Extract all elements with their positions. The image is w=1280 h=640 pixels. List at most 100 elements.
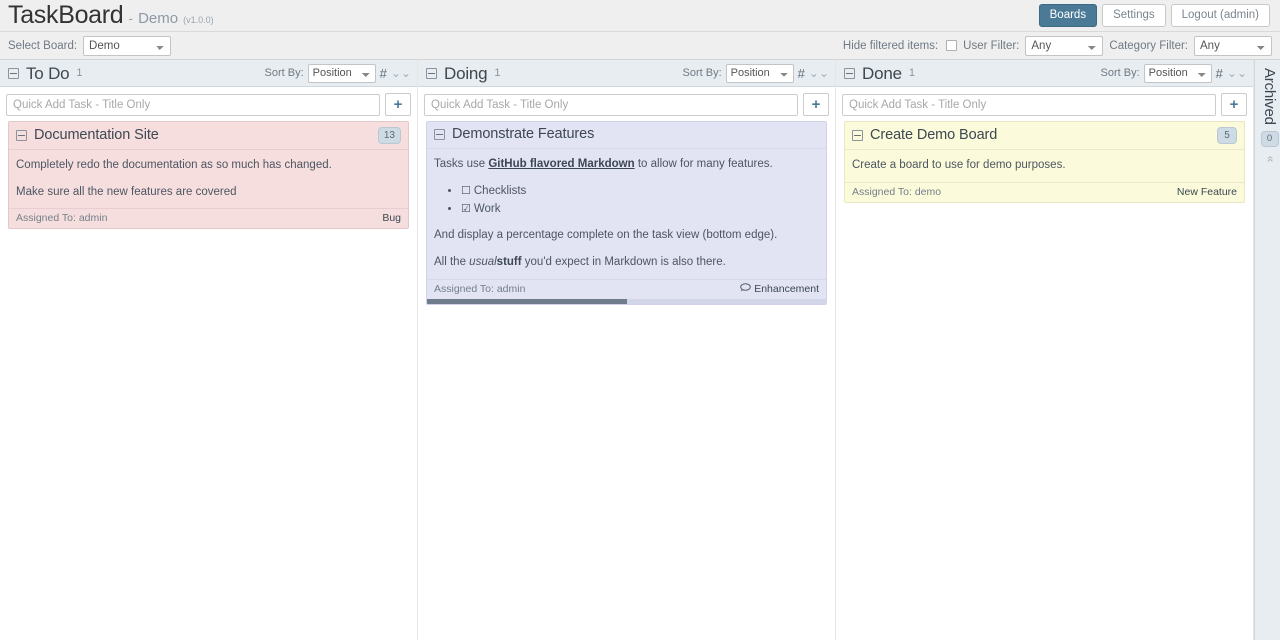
sort-by-dropdown[interactable]: Position xyxy=(307,63,376,83)
task-card-footer: Assigned To: admin Enhancement xyxy=(427,278,826,299)
task-card[interactable]: Create Demo Board 5 Create a board to us… xyxy=(844,121,1245,203)
sort-by-dropdown[interactable]: Position xyxy=(1143,63,1212,83)
add-task-button[interactable]: + xyxy=(803,93,829,116)
collapse-task-icon[interactable] xyxy=(16,130,27,141)
hide-filtered-label: Hide filtered items: xyxy=(842,39,939,52)
task-checklist: ☐Checklists ☑Work xyxy=(434,183,819,218)
collapse-column-icon[interactable] xyxy=(426,67,437,79)
task-card-header: Create Demo Board 5 xyxy=(845,122,1244,150)
app-title: TaskBoard xyxy=(8,1,124,29)
collapse-task-icon[interactable] xyxy=(434,129,445,141)
user-filter-dropdown[interactable]: Any xyxy=(1025,35,1104,56)
checklist-item[interactable]: ☐Checklists xyxy=(461,183,819,200)
task-category: Bug xyxy=(382,212,401,224)
column-to-do: To Do 1 Sort By: Position # ⌄⌄ + Documen… xyxy=(0,60,418,640)
category-filter-dropdown[interactable]: Any xyxy=(1194,35,1272,56)
task-card[interactable]: Demonstrate Features Tasks use GitHub fl… xyxy=(426,121,827,305)
task-category-label: Enhancement xyxy=(754,282,819,295)
task-title: Documentation Site xyxy=(34,126,159,143)
text-post: you'd expect in Markdown is also there. xyxy=(521,256,726,269)
column-body-doing: Demonstrate Features Tasks use GitHub fl… xyxy=(418,121,835,640)
archived-sidebar[interactable]: Archived 0 » xyxy=(1254,60,1280,640)
checklist-item[interactable]: ☑Work xyxy=(461,201,819,218)
filter-controls: Hide filtered items: User Filter: Any Ca… xyxy=(842,35,1272,56)
collapse-column-icon[interactable] xyxy=(844,67,855,79)
task-progress-fill xyxy=(427,298,627,304)
quick-add-input[interactable] xyxy=(424,93,798,116)
checklist-item-label: Checklists xyxy=(473,184,527,197)
task-assignee: Assigned To: admin xyxy=(434,282,526,295)
nav-boards-button[interactable]: Boards xyxy=(1038,3,1098,28)
task-category: Enhancement xyxy=(740,283,819,295)
select-board-dropdown[interactable]: Demo xyxy=(83,35,172,56)
column-done: Done 1 Sort By: Position # ⌄⌄ + Create D… xyxy=(836,60,1254,640)
task-category-label: Bug xyxy=(382,212,401,225)
italic-text: usual xyxy=(469,256,497,269)
task-assignee: Assigned To: admin xyxy=(16,212,108,225)
task-badge: 13 xyxy=(377,127,401,144)
task-card[interactable]: Documentation Site 13 Completely redo th… xyxy=(8,121,409,230)
add-task-button[interactable]: + xyxy=(1221,93,1247,116)
column-task-count: 1 xyxy=(908,66,915,79)
task-description-line: Create a board to use for demo purposes. xyxy=(852,159,1066,171)
archived-count-badge: 0 xyxy=(1260,130,1279,147)
number-tasks-icon[interactable]: # xyxy=(798,67,805,80)
task-description-line: And display a percentage complete on the… xyxy=(434,229,778,242)
task-card-header: Documentation Site 13 xyxy=(9,122,408,150)
hide-filtered-checkbox[interactable] xyxy=(946,40,958,51)
task-description: Create a board to use for demo purposes. xyxy=(845,150,1244,182)
checklist-item-label: Work xyxy=(473,202,501,215)
markdown-link[interactable]: GitHub flavored Markdown xyxy=(488,158,634,170)
sort-by-dropdown[interactable]: Position xyxy=(725,63,794,83)
current-board-name: Demo xyxy=(138,10,179,27)
nav-settings-button[interactable]: Settings xyxy=(1102,3,1166,28)
task-description-line: All the usualstuff you'd expect in Markd… xyxy=(434,254,819,271)
checkbox-unchecked-icon[interactable]: ☐ xyxy=(461,185,471,197)
select-board-label: Select Board: xyxy=(8,39,78,52)
column-title: To Do xyxy=(26,63,70,83)
task-title: Create Demo Board xyxy=(870,126,998,143)
quick-add-input[interactable] xyxy=(842,93,1216,116)
filter-bar: Select Board: Demo Hide filtered items: … xyxy=(0,32,1280,60)
collapse-column-icon[interactable] xyxy=(8,67,19,79)
task-description-line: Tasks use GitHub flavored Markdown to al… xyxy=(434,156,819,173)
task-assignee: Assigned To: demo xyxy=(852,185,942,198)
column-header-done: Done 1 Sort By: Position # ⌄⌄ xyxy=(836,60,1253,87)
comment-bubble-icon xyxy=(740,283,752,295)
task-title: Demonstrate Features xyxy=(452,126,595,142)
task-description-line: Make sure all the new features are cover… xyxy=(16,185,237,198)
column-task-count: 1 xyxy=(494,66,501,79)
nav-logout-button[interactable]: Logout (admin) xyxy=(1170,3,1270,28)
quick-add-row-to-do: + xyxy=(0,87,417,121)
board-area: To Do 1 Sort By: Position # ⌄⌄ + Documen… xyxy=(0,60,1280,640)
column-body-done: Create Demo Board 5 Create a board to us… xyxy=(836,121,1253,640)
column-header-controls: Sort By: Position # ⌄⌄ xyxy=(1101,63,1247,83)
column-header-doing: Doing 1 Sort By: Position # ⌄⌄ xyxy=(418,60,835,87)
app-header: TaskBoard - Demo (v1.0.0) Boards Setting… xyxy=(0,0,1280,32)
task-description: Tasks use GitHub flavored Markdown to al… xyxy=(427,149,826,279)
column-title: Doing xyxy=(444,63,488,83)
number-tasks-icon[interactable]: # xyxy=(1216,67,1223,80)
expand-archived-chevron-icon[interactable]: » xyxy=(1263,155,1277,162)
column-header-to-do: To Do 1 Sort By: Position # ⌄⌄ xyxy=(0,60,417,87)
task-card-footer: Assigned To: admin Bug xyxy=(9,208,408,228)
collapse-all-chevron-icon[interactable]: ⌄⌄ xyxy=(1227,67,1247,79)
quick-add-input[interactable] xyxy=(6,93,380,116)
task-badge: 5 xyxy=(1217,127,1237,144)
column-title: Done xyxy=(862,63,902,83)
collapse-all-chevron-icon[interactable]: ⌄⌄ xyxy=(809,67,829,79)
checkbox-checked-icon[interactable]: ☑ xyxy=(461,203,471,215)
task-card-footer: Assigned To: demo New Feature xyxy=(845,181,1244,202)
sort-by-label: Sort By: xyxy=(264,67,304,79)
task-description: Completely redo the documentation as so … xyxy=(9,150,408,208)
task-category-label: New Feature xyxy=(1176,185,1237,198)
task-category: New Feature xyxy=(1177,186,1237,198)
bold-text: stuff xyxy=(496,256,522,269)
sort-by-label: Sort By: xyxy=(682,67,722,79)
collapse-all-chevron-icon[interactable]: ⌄⌄ xyxy=(391,67,411,79)
collapse-task-icon[interactable] xyxy=(852,130,863,141)
number-tasks-icon[interactable]: # xyxy=(380,67,387,80)
text-pre: Tasks use xyxy=(434,157,489,170)
category-filter-label: Category Filter: xyxy=(1109,39,1188,52)
add-task-button[interactable]: + xyxy=(385,93,411,116)
